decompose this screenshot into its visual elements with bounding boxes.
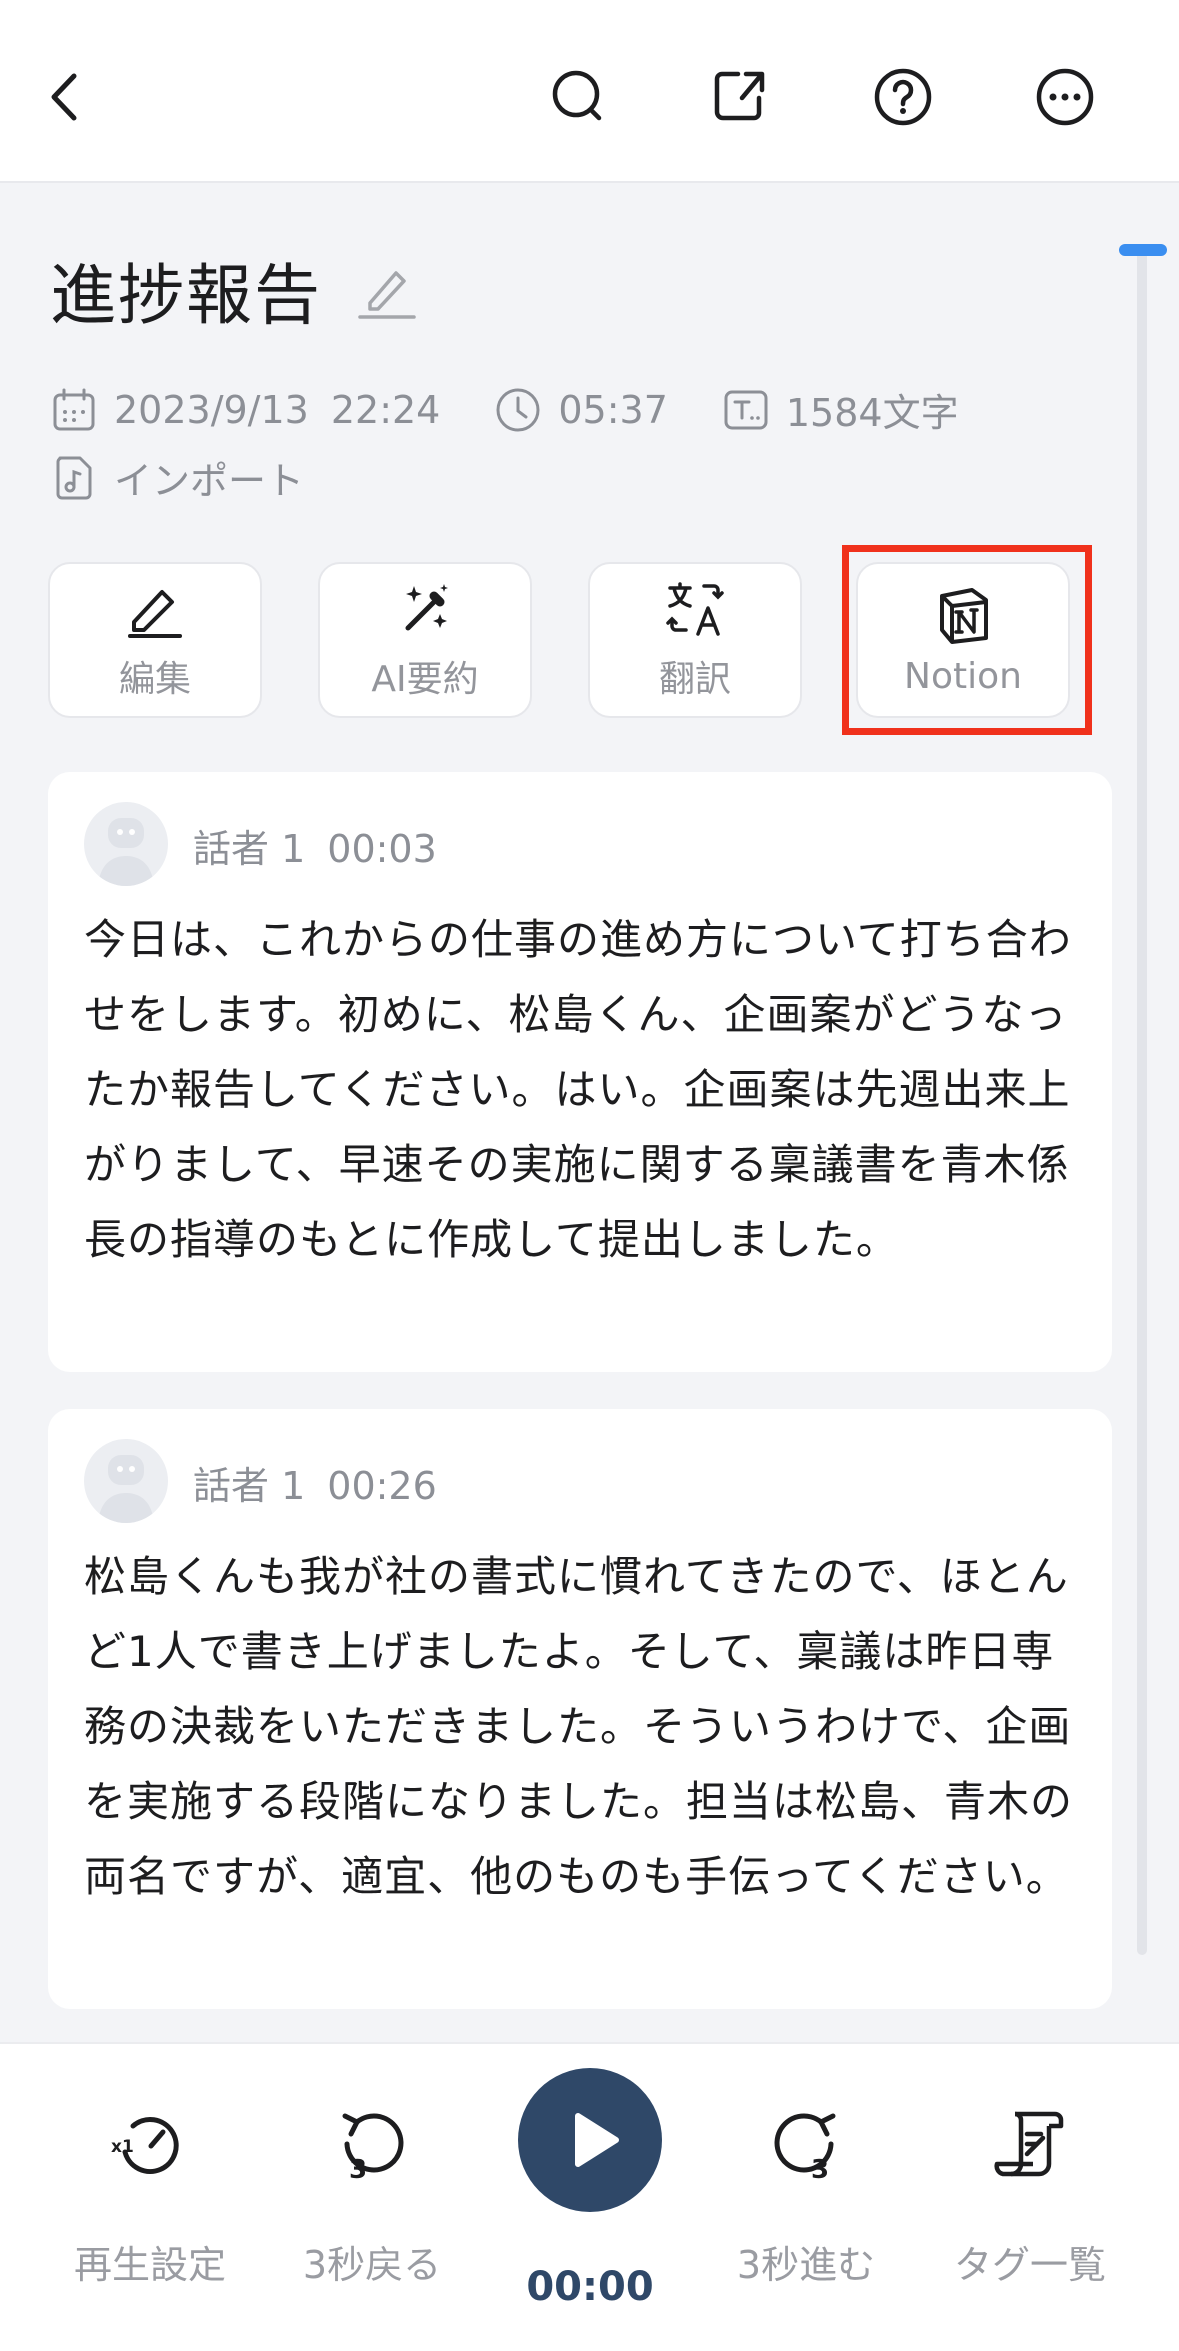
speaker-info: 話者 1 00:03	[193, 818, 437, 873]
scrollbar-track[interactable]	[1137, 250, 1147, 1955]
robot-avatar-icon	[98, 1455, 154, 1523]
audio-file-icon	[56, 456, 92, 499]
playback-speed-icon: x1	[111, 2117, 179, 2175]
translate-icon	[666, 582, 724, 636]
page-title: 進捗報告	[50, 257, 322, 334]
meta-chars: 1584文字	[722, 382, 959, 437]
speaker-avatar	[84, 802, 168, 886]
share-export-icon	[714, 71, 765, 121]
rewind-3s-icon: 3	[342, 2113, 404, 2184]
meta-date: 2023/9/13 22:24	[50, 386, 440, 434]
transcript-card: 話者 1 00:26 松島くんも我が社の書式に慣れてきたので、ほとんど1人で書き上…	[48, 1409, 1112, 2009]
speaker-avatar	[84, 1439, 168, 1523]
translate-label: 翻訳	[658, 659, 731, 700]
meta-source-row: インポート	[50, 450, 358, 505]
meta-duration: 05:37	[494, 386, 668, 434]
ai-summary-label: AI要約	[371, 659, 479, 700]
translate-button[interactable]: 翻訳	[588, 562, 802, 718]
rewind-icon-text: 3	[349, 2155, 367, 2184]
meta-time-text: 22:24	[330, 387, 441, 432]
playback-settings-label: 再生設定	[73, 2243, 226, 2287]
chevron-left-icon	[51, 73, 77, 121]
help-button[interactable]	[858, 52, 948, 142]
more-button[interactable]	[1020, 52, 1110, 142]
notion-highlight-box	[842, 545, 1092, 735]
robot-avatar-icon	[98, 818, 154, 886]
forward-icon-text: 3	[811, 2155, 829, 2184]
meta-row: 2023/9/13 22:24 05:37 1584文字	[50, 382, 1013, 437]
clock-icon	[496, 388, 540, 431]
scrollbar-thumb[interactable]	[1119, 244, 1167, 256]
forward-label: 3秒進む	[736, 2243, 876, 2287]
playback-settings-button[interactable]: x1 再生設定	[30, 2044, 270, 2351]
meta-chars-text: 1584文字	[785, 391, 959, 435]
search-button[interactable]	[534, 52, 624, 142]
meta-date-text: 2023/9/13	[114, 387, 309, 432]
calendar-icon	[53, 388, 95, 430]
forward-3s-icon: 3	[774, 2113, 836, 2184]
ai-summary-button[interactable]: AI要約	[318, 562, 532, 718]
speaker-timestamp[interactable]: 00:03	[327, 827, 437, 871]
transcript-text: 松島くんも我が社の書式に慣れてきたので、ほとんど1人で書き上げましたよ。そして、…	[84, 1552, 1074, 1901]
speaker-timestamp[interactable]: 00:26	[327, 1464, 437, 1508]
back-button[interactable]	[22, 52, 112, 142]
export-button[interactable]	[696, 52, 786, 142]
play-icon	[575, 2113, 619, 2167]
edit-title-icon[interactable]	[356, 259, 418, 321]
text-count-icon	[724, 390, 768, 429]
speaker-name: 話者 1	[193, 827, 306, 871]
transcript-card: 話者 1 00:03 今日は、これからの仕事の進め方について打ち合わせをします。初…	[48, 772, 1112, 1372]
edit-button[interactable]: 編集	[48, 562, 262, 718]
edit-button-label: 編集	[118, 659, 191, 700]
title-row: 進捗報告	[50, 245, 418, 335]
tag-list-button[interactable]: タグ一覧	[910, 2044, 1150, 2351]
top-bar	[0, 0, 1179, 183]
meta-duration-text: 05:37	[558, 387, 668, 432]
meta-source-text: インポート	[114, 459, 305, 503]
magic-wand-icon	[405, 584, 448, 631]
play-button[interactable]	[518, 2068, 662, 2212]
search-icon	[552, 70, 602, 121]
speaker-name: 話者 1	[193, 1464, 306, 1508]
speed-icon-text: x1	[111, 2137, 134, 2157]
meta-source: インポート	[50, 450, 304, 505]
tag-list-icon	[994, 2111, 1064, 2177]
forward-button[interactable]: 3 3秒進む	[686, 2044, 926, 2351]
rewind-label: 3秒戻る	[302, 2243, 442, 2287]
tag-list-label: タグ一覧	[953, 2243, 1106, 2287]
pencil-icon	[128, 590, 182, 638]
audio-player: x1 再生設定 3 3秒戻る 00:00 3 3秒進む タグ一覧	[0, 2042, 1179, 2351]
transcript-text: 今日は、これからの仕事の進め方について打ち合わせをします。初めに、松島くん、企画…	[84, 915, 1072, 1264]
speaker-info: 話者 1 00:26	[193, 1455, 437, 1510]
more-icon	[1036, 68, 1094, 126]
rewind-button[interactable]: 3 3秒戻る	[252, 2044, 492, 2351]
current-time: 00:00	[526, 2264, 654, 2310]
help-icon	[874, 68, 932, 126]
